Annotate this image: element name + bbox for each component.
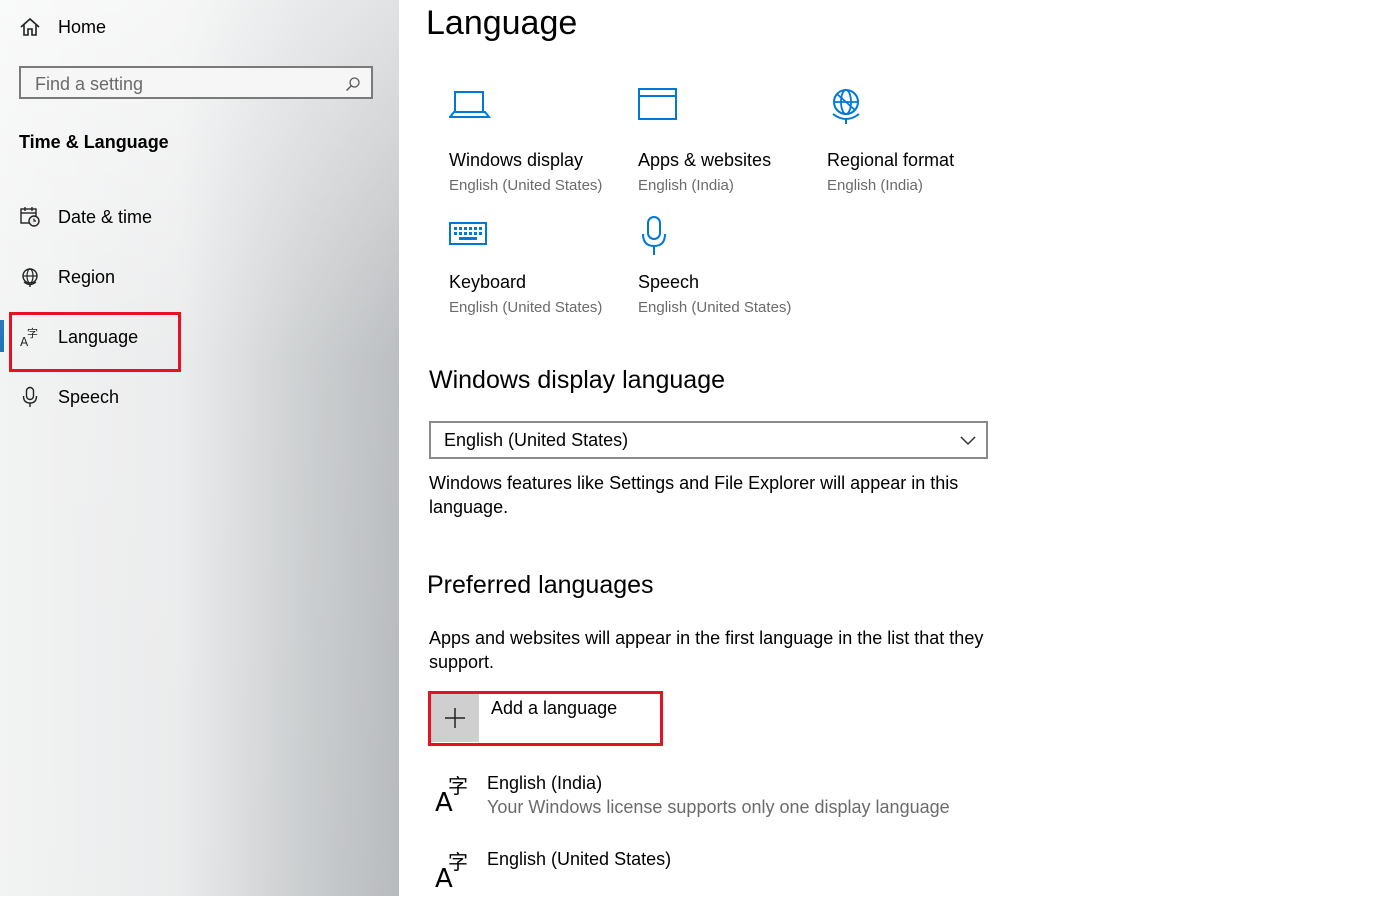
tile-name: Apps & websites [638, 150, 772, 170]
tile-sub: English (United States) [449, 299, 603, 316]
language-name: English (United States) [487, 849, 672, 869]
preferred-languages-description: Apps and websites will appear in the fir… [429, 628, 984, 672]
sidebar-item-date-time[interactable]: Date & time [18, 204, 152, 230]
window-icon [638, 88, 813, 134]
svg-text:字: 字 [448, 774, 468, 798]
sidebar: Home Time & Language Date & time Region … [0, 0, 399, 896]
svg-text:字: 字 [448, 850, 468, 874]
tile-windows-display[interactable]: Windows display English (United States) [449, 88, 624, 194]
sidebar-item-speech[interactable]: Speech [18, 384, 119, 410]
selection-indicator [0, 320, 4, 352]
tile-name: Regional format [827, 150, 955, 170]
microphone-icon [18, 385, 42, 409]
highlight-box-language [9, 312, 181, 372]
sidebar-item-label: Region [58, 266, 116, 287]
microphone-icon [638, 216, 813, 262]
tile-sub: English (United States) [638, 299, 792, 316]
tile-name: Windows display [449, 150, 584, 170]
tile-sub: English (India) [638, 177, 734, 194]
tile-sub: English (United States) [449, 177, 603, 194]
tile-regional-format[interactable]: Regional format English (India) [827, 86, 1002, 194]
tile-sub: English (India) [827, 177, 923, 194]
tile-name: Speech [638, 272, 700, 292]
calendar-clock-icon [18, 205, 42, 229]
search-box[interactable] [19, 66, 373, 99]
search-input[interactable] [35, 73, 335, 95]
home-icon [18, 15, 42, 39]
tile-keyboard[interactable]: Keyboard English (United States) [449, 220, 624, 316]
language-note: Your Windows license supports only one d… [487, 797, 950, 817]
sidebar-item-label: Date & time [58, 206, 153, 227]
laptop-icon [449, 88, 624, 134]
language-icon: A字 [435, 774, 468, 813]
home-nav-item[interactable]: Home [18, 14, 106, 40]
globe-icon [827, 86, 1002, 132]
language-icon: A字 [435, 850, 468, 889]
language-item-english-india[interactable]: A字 English (India) Your Windows license … [435, 773, 1035, 833]
tile-speech[interactable]: Speech English (United States) [638, 216, 813, 316]
sidebar-item-region[interactable]: Region [18, 264, 115, 290]
main-content: Language Windows display English (United… [399, 0, 1379, 896]
section-title: Time & Language [19, 132, 169, 152]
display-language-heading: Windows display language [429, 366, 726, 394]
language-item-english-united-states[interactable]: A字 English (United States) [435, 849, 1035, 909]
language-name: English (India) [487, 773, 603, 793]
dropdown-value: English (United States) [444, 429, 629, 450]
display-language-dropdown[interactable]: English (United States) [429, 421, 988, 459]
display-language-description: Windows features like Settings and File … [429, 473, 959, 517]
search-icon[interactable] [345, 76, 361, 97]
keyboard-icon [449, 220, 624, 266]
home-label: Home [58, 16, 107, 37]
chevron-down-icon [960, 436, 976, 446]
highlight-box-add-language [428, 691, 663, 746]
globe-icon [18, 265, 42, 289]
preferred-languages-heading: Preferred languages [427, 571, 654, 599]
page-title: Language [426, 4, 578, 42]
tile-apps-websites[interactable]: Apps & websites English (India) [638, 88, 813, 194]
sidebar-item-label: Speech [58, 386, 120, 407]
tile-name: Keyboard [449, 272, 527, 292]
